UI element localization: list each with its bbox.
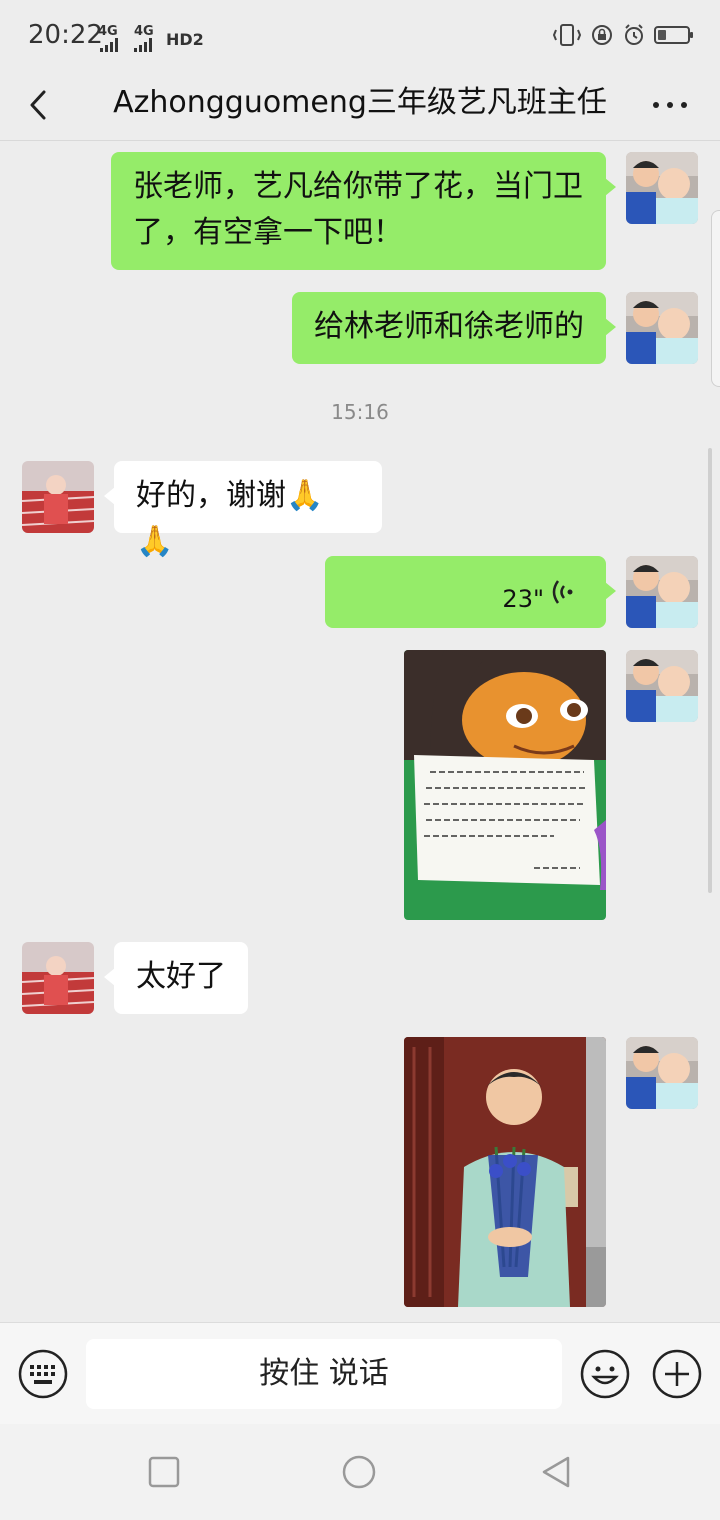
back-triangle-icon[interactable] <box>538 1454 574 1490</box>
message-bubble-received[interactable]: 太好了 <box>104 942 248 1014</box>
image-message-photo[interactable] <box>404 1037 606 1307</box>
system-navigation-bar <box>0 1424 720 1520</box>
contact-avatar[interactable] <box>22 942 94 1014</box>
message-bubble-sent[interactable]: 张老师，艺凡给你带了花，当门卫了，有空拿一下吧！ <box>111 152 616 270</box>
vibrate-icon <box>552 24 582 46</box>
signal-bars-icon <box>100 38 118 52</box>
message-text: 张老师，艺凡给你带了花，当门卫了，有空拿一下吧！ <box>133 169 583 250</box>
message-timestamp: 15:16 <box>331 400 389 424</box>
more-options-icon[interactable] <box>650 92 690 118</box>
edge-panel-handle[interactable] <box>711 210 720 387</box>
status-bar: 20:22 4G 4G HD2 <box>0 0 720 70</box>
my-avatar[interactable] <box>626 152 698 224</box>
message-text: 好的，谢谢🙏🙏 <box>136 478 324 559</box>
chat-header: Azhongguomeng三年级艺凡班主任 <box>0 70 720 141</box>
contact-avatar[interactable] <box>22 461 94 533</box>
hold-to-talk-button[interactable]: 按住 说话 <box>86 1339 562 1409</box>
emoji-icon[interactable] <box>580 1349 630 1399</box>
signal-bars-icon <box>134 38 152 52</box>
home-icon[interactable] <box>341 1454 377 1490</box>
signal-label-1: 4G <box>98 24 118 39</box>
alarm-icon <box>625 24 643 45</box>
chat-title: Azhongguomeng三年级艺凡班主任 <box>113 85 607 120</box>
signal-label-2: 4G <box>134 24 154 39</box>
back-arrow-icon[interactable] <box>22 82 62 128</box>
image-message-card[interactable] <box>404 650 606 920</box>
plus-icon[interactable] <box>652 1349 702 1399</box>
voice-duration: 23" <box>502 585 544 613</box>
my-avatar[interactable] <box>626 556 698 628</box>
recent-apps-icon[interactable] <box>146 1454 182 1490</box>
voice-wave-icon <box>552 580 573 604</box>
input-bar: 按住 说话 <box>0 1322 720 1425</box>
scrollbar[interactable] <box>708 448 712 893</box>
keyboard-icon[interactable] <box>18 1349 68 1399</box>
battery-icon <box>654 26 693 44</box>
status-icons <box>552 22 693 48</box>
hd-label: HD2 <box>166 30 204 49</box>
message-text: 太好了 <box>136 959 226 994</box>
my-avatar[interactable] <box>626 292 698 364</box>
my-avatar[interactable] <box>626 1037 698 1109</box>
my-avatar[interactable] <box>626 650 698 722</box>
message-bubble-received[interactable]: 好的，谢谢🙏🙏 <box>104 461 382 559</box>
lock-rotation-icon <box>592 25 612 45</box>
message-text: 给林老师和徐老师的 <box>314 309 584 344</box>
voice-message-bubble[interactable]: 23" <box>325 556 616 628</box>
message-bubble-sent[interactable]: 给林老师和徐老师的 <box>292 292 616 364</box>
status-time: 20:22 <box>28 20 103 50</box>
